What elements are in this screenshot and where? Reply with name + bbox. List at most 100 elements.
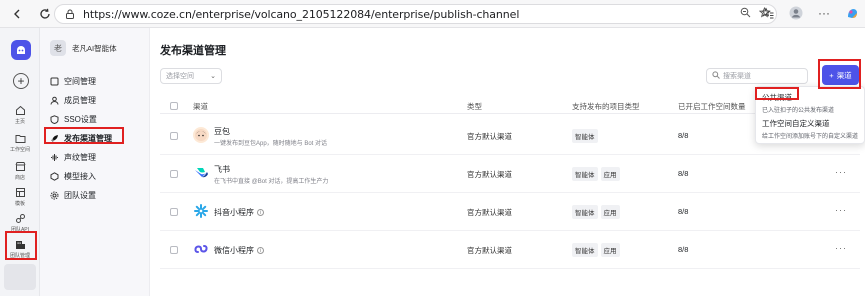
rail-item-template[interactable]: 模板 bbox=[0, 186, 40, 207]
rail-label: 团队API bbox=[10, 227, 30, 233]
address-bar[interactable]: https://www.coze.cn/enterprise/volcano_2… bbox=[54, 4, 777, 24]
table-row[interactable]: 抖音小程序 i 官方默认渠道 智能体 应用 8/8 ··· bbox=[160, 193, 860, 231]
back-icon[interactable] bbox=[6, 3, 28, 25]
more-actions-icon[interactable]: ··· bbox=[835, 167, 847, 177]
app-rail: + 主页 工作空间 商店 模板 团队API 团队管理 bbox=[0, 28, 40, 296]
workspace-count: 8/8 bbox=[678, 131, 689, 140]
sidebar-item-sso[interactable]: SSO设置 bbox=[50, 113, 97, 126]
space-select[interactable]: 选择空间 ⌄ bbox=[160, 68, 222, 84]
douyin-miniprogram-logo-icon bbox=[193, 203, 209, 219]
rail-active-highlight bbox=[4, 264, 36, 290]
doubao-logo-icon bbox=[193, 127, 209, 143]
column-header: 类型 bbox=[467, 102, 482, 111]
menu-item-desc: 已入驻扣子的公共发布渠道 bbox=[762, 108, 835, 114]
search-input[interactable]: 搜索渠道 bbox=[706, 68, 808, 84]
browser-toolbar: https://www.coze.cn/enterprise/volcano_2… bbox=[0, 0, 865, 28]
sidebar-item-publish-channel[interactable]: 发布渠道管理 bbox=[50, 132, 112, 145]
main-content: 发布渠道管理 选择空间 ⌄ 搜索渠道 + 渠道 渠道 类型 支持发布的项目类型 … bbox=[150, 28, 865, 296]
menu-item-title: 公共渠道 bbox=[762, 93, 792, 102]
rail-label: 工作空间 bbox=[9, 147, 30, 153]
menu-item-title: 工作空间自定义渠道 bbox=[762, 119, 830, 128]
channel-name-text: 抖音小程序 bbox=[214, 208, 254, 217]
sidebar-item-label: 发布渠道管理 bbox=[64, 134, 112, 143]
tag-agent: 智能体 bbox=[572, 243, 598, 257]
home-icon bbox=[13, 104, 27, 116]
channel-type: 官方默认渠道 bbox=[467, 132, 512, 141]
search-placeholder: 搜索渠道 bbox=[723, 73, 751, 80]
select-all-checkbox[interactable] bbox=[170, 102, 178, 110]
rail-item-team-manage[interactable]: 团队管理 bbox=[0, 238, 40, 259]
lock-icon[interactable] bbox=[61, 9, 79, 19]
channel-name: 飞书 bbox=[214, 165, 230, 174]
rocket-icon bbox=[50, 134, 59, 143]
table-row[interactable]: 飞书 在飞书中直接 @Bot 对话，提高工作生产力 官方默认渠道 智能体 应用 … bbox=[160, 155, 860, 193]
row-checkbox[interactable] bbox=[170, 208, 178, 216]
refresh-icon[interactable] bbox=[34, 3, 56, 25]
create-plus-icon[interactable]: + bbox=[13, 73, 29, 89]
sidebar-item-space[interactable]: 空间管理 bbox=[50, 75, 96, 88]
rail-label: 商店 bbox=[14, 175, 25, 181]
add-channel-button[interactable]: + 渠道 bbox=[822, 65, 859, 85]
tag-app: 应用 bbox=[600, 243, 620, 257]
space-select-placeholder: 选择空间 bbox=[166, 73, 194, 80]
space-icon bbox=[50, 77, 59, 86]
sidebar-item-label: 成员管理 bbox=[64, 96, 96, 105]
zoom-icon[interactable] bbox=[740, 7, 751, 21]
coze-logo-icon[interactable] bbox=[11, 40, 31, 60]
rail-item-workspace[interactable]: 工作空间 bbox=[0, 132, 40, 153]
rail-item-store[interactable]: 商店 bbox=[0, 160, 40, 181]
row-checkbox[interactable] bbox=[170, 246, 178, 254]
sidebar-item-model[interactable]: 模型接入 bbox=[50, 170, 96, 183]
rail-label: 模板 bbox=[14, 201, 25, 207]
tag-agent: 智能体 bbox=[572, 167, 598, 181]
sidebar-item-label: 空间管理 bbox=[64, 77, 96, 86]
search-icon bbox=[712, 71, 720, 81]
team-avatar: 老 bbox=[50, 40, 66, 56]
team-sidebar: 老 老凡AI智能体 空间管理 成员管理 SSO设置 发布渠道管理 声纹管理 模型… bbox=[40, 28, 150, 296]
menu-item-public-channel[interactable]: 公共渠道 已入驻扣子的公共发布渠道 bbox=[762, 92, 834, 114]
sidebar-item-team-settings[interactable]: 团队设置 bbox=[50, 189, 96, 202]
model-icon bbox=[50, 172, 59, 181]
menu-item-custom-channel[interactable]: 工作空间自定义渠道 给工作空间添加账号下的自定义渠道 bbox=[762, 118, 858, 140]
info-icon[interactable]: i bbox=[257, 247, 264, 254]
sso-icon bbox=[50, 115, 59, 124]
voiceprint-icon bbox=[50, 153, 59, 162]
channel-desc: 一键发布到豆包App，随时随地与 Bot 对话 bbox=[214, 141, 328, 147]
column-header: 支持发布的项目类型 bbox=[572, 102, 640, 111]
favorites-bar-icon[interactable] bbox=[759, 4, 777, 22]
sidebar-item-label: SSO设置 bbox=[64, 115, 97, 124]
rail-label: 主页 bbox=[14, 119, 25, 125]
info-icon[interactable]: i bbox=[257, 209, 264, 216]
workspace-count: 8/8 bbox=[678, 169, 689, 178]
column-header: 渠道 bbox=[193, 102, 208, 111]
project-type-tags: 智能体 应用 bbox=[572, 205, 620, 219]
row-checkbox[interactable] bbox=[170, 132, 178, 140]
team-manage-icon bbox=[13, 238, 27, 250]
add-channel-label: 渠道 bbox=[836, 70, 852, 80]
tag-app: 应用 bbox=[600, 167, 620, 181]
rail-item-home[interactable]: 主页 bbox=[0, 104, 40, 125]
settings-icon bbox=[50, 191, 59, 200]
project-type-tags: 智能体 应用 bbox=[572, 167, 620, 181]
sidebar-item-label: 团队设置 bbox=[64, 191, 96, 200]
rail-label: 团队管理 bbox=[9, 253, 30, 259]
team-switcher[interactable]: 老 老凡AI智能体 bbox=[50, 40, 117, 56]
workspace-count: 8/8 bbox=[678, 207, 689, 216]
more-actions-icon[interactable]: ··· bbox=[835, 243, 847, 253]
channel-type: 官方默认渠道 bbox=[467, 208, 512, 217]
table-row[interactable]: 微信小程序 i 官方默认渠道 智能体 应用 8/8 ··· bbox=[160, 231, 860, 269]
channel-desc: 在飞书中直接 @Bot 对话，提高工作生产力 bbox=[214, 179, 329, 185]
sidebar-item-voiceprint[interactable]: 声纹管理 bbox=[50, 151, 96, 164]
rail-item-team-api[interactable]: 团队API bbox=[0, 212, 40, 233]
tag-agent: 智能体 bbox=[572, 205, 598, 219]
profile-avatar-icon[interactable] bbox=[787, 4, 805, 22]
workspace-count: 8/8 bbox=[678, 245, 689, 254]
tag-app: 应用 bbox=[600, 205, 620, 219]
add-channel-menu: 公共渠道 已入驻扣子的公共发布渠道 工作空间自定义渠道 给工作空间添加账号下的自… bbox=[755, 86, 865, 144]
channel-name: 抖音小程序 i bbox=[214, 207, 264, 218]
sidebar-item-members[interactable]: 成员管理 bbox=[50, 94, 96, 107]
row-checkbox[interactable] bbox=[170, 170, 178, 178]
copilot-icon[interactable] bbox=[843, 4, 861, 22]
more-actions-icon[interactable]: ··· bbox=[835, 205, 847, 215]
more-menu-icon[interactable]: ··· bbox=[815, 4, 833, 22]
